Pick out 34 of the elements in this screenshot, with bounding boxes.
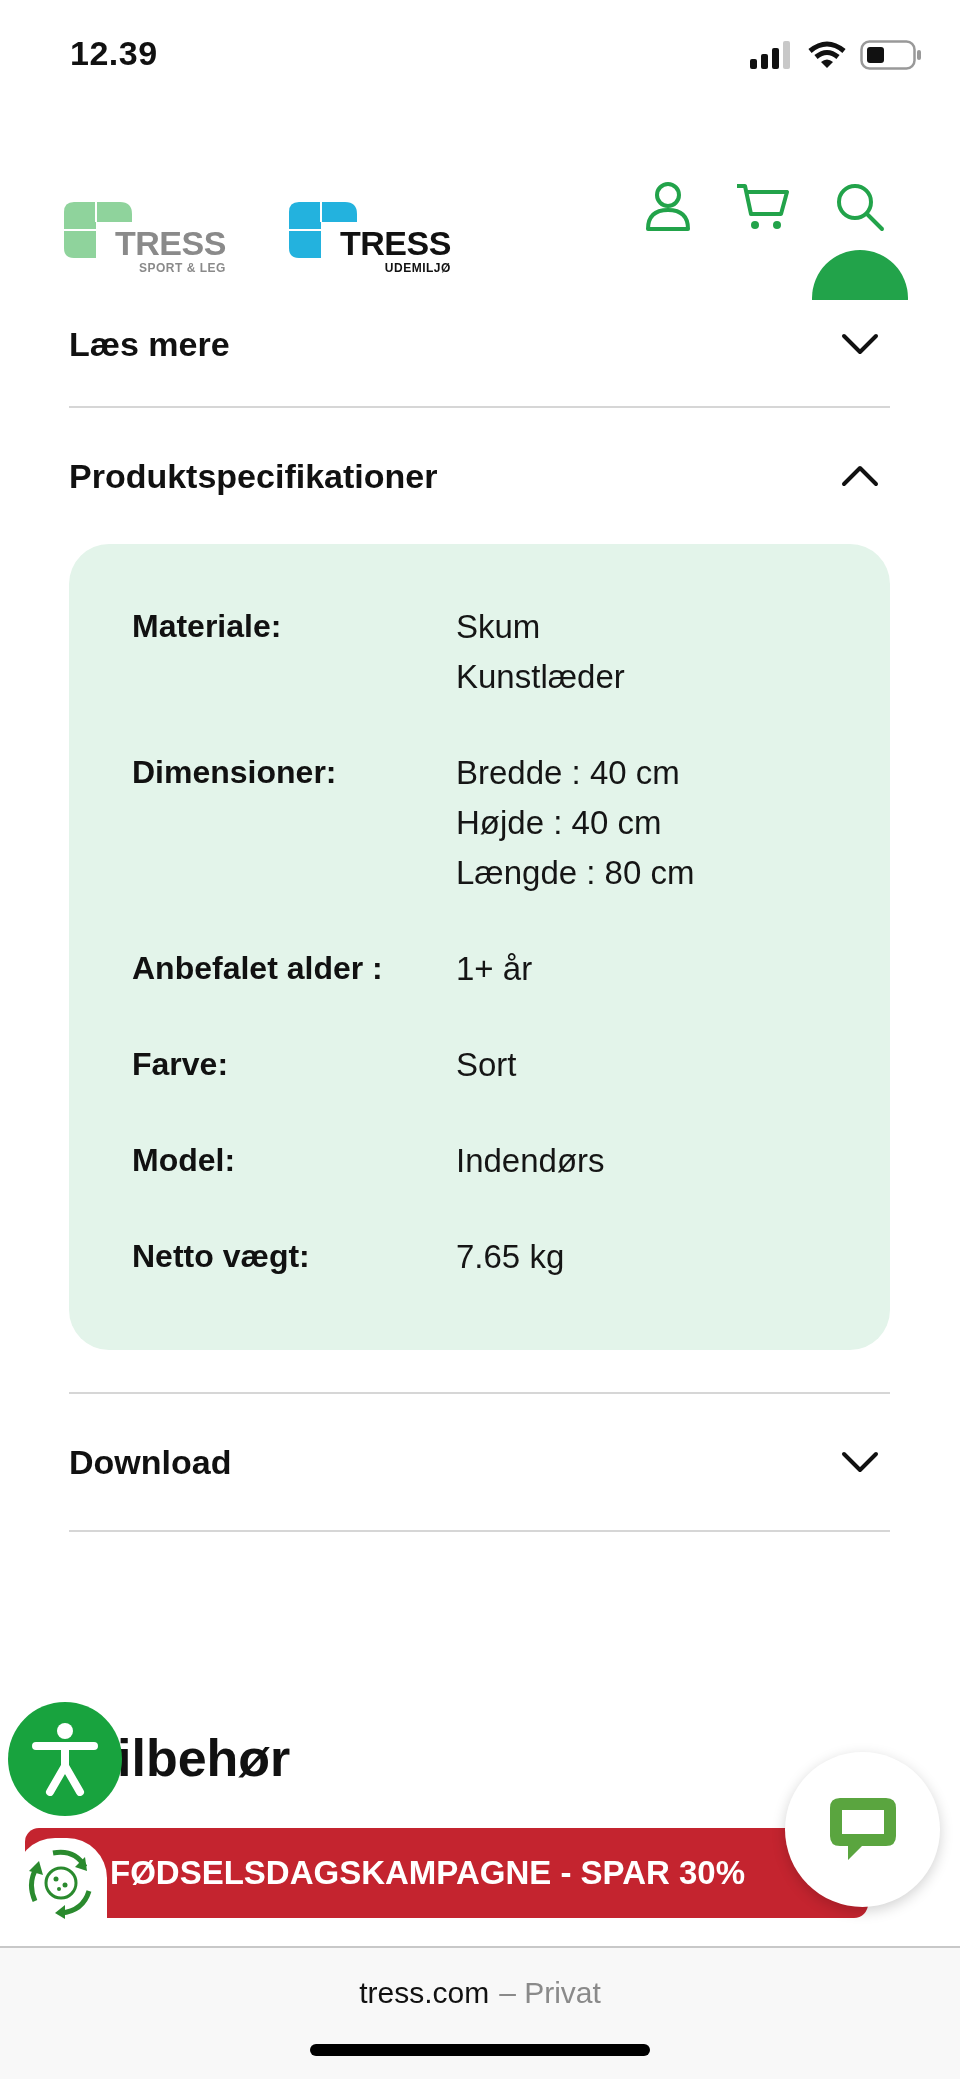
spec-value: Kunstlæder [456,657,626,697]
spec-value: 1+ år [456,949,534,989]
accessibility-icon [32,1722,98,1796]
spec-value: Sort [456,1045,518,1085]
status-time: 12.39 [70,33,158,73]
spec-value: Indendørs [456,1141,606,1181]
logo-wordmark: TRESS [115,226,226,260]
spec-label: Materiale: [132,607,283,646]
spec-value: 7.65 kg [456,1237,566,1277]
accordion-title[interactable]: Produktspecifikationer [69,456,438,496]
spec-label: Farve: [132,1045,230,1084]
search-icon[interactable] [835,182,885,232]
browsing-mode: – Privat [499,1976,601,2010]
logo-tagline: UDEMILJØ [384,260,451,276]
wifi-icon [808,41,846,69]
user-icon[interactable] [645,182,691,232]
accordion-title[interactable]: Læs mere [69,324,230,364]
spec-label: Model: [132,1141,237,1180]
spec-label: Anbefalet alder : [132,949,384,988]
spec-label: Netto vægt: [132,1237,311,1276]
chevron-icon[interactable] [840,464,880,488]
spec-value: Skum [456,607,542,647]
spec-value: Højde : 40 cm [456,803,663,843]
battery-icon [860,40,922,70]
accordion-title[interactable]: Download [69,1442,232,1482]
cart-icon[interactable] [735,182,791,232]
url-domain[interactable]: tress.com [359,1976,490,2010]
logo-wordmark: TRESS [340,226,451,260]
spec-value: Længde : 80 cm [456,853,696,893]
spec-value: Bredde : 40 cm [456,753,681,793]
chevron-icon[interactable] [840,1450,880,1474]
logo-tagline: SPORT & LEG [139,260,226,276]
chevron-icon[interactable] [840,332,880,356]
spec-label: Dimensioner: [132,753,338,792]
